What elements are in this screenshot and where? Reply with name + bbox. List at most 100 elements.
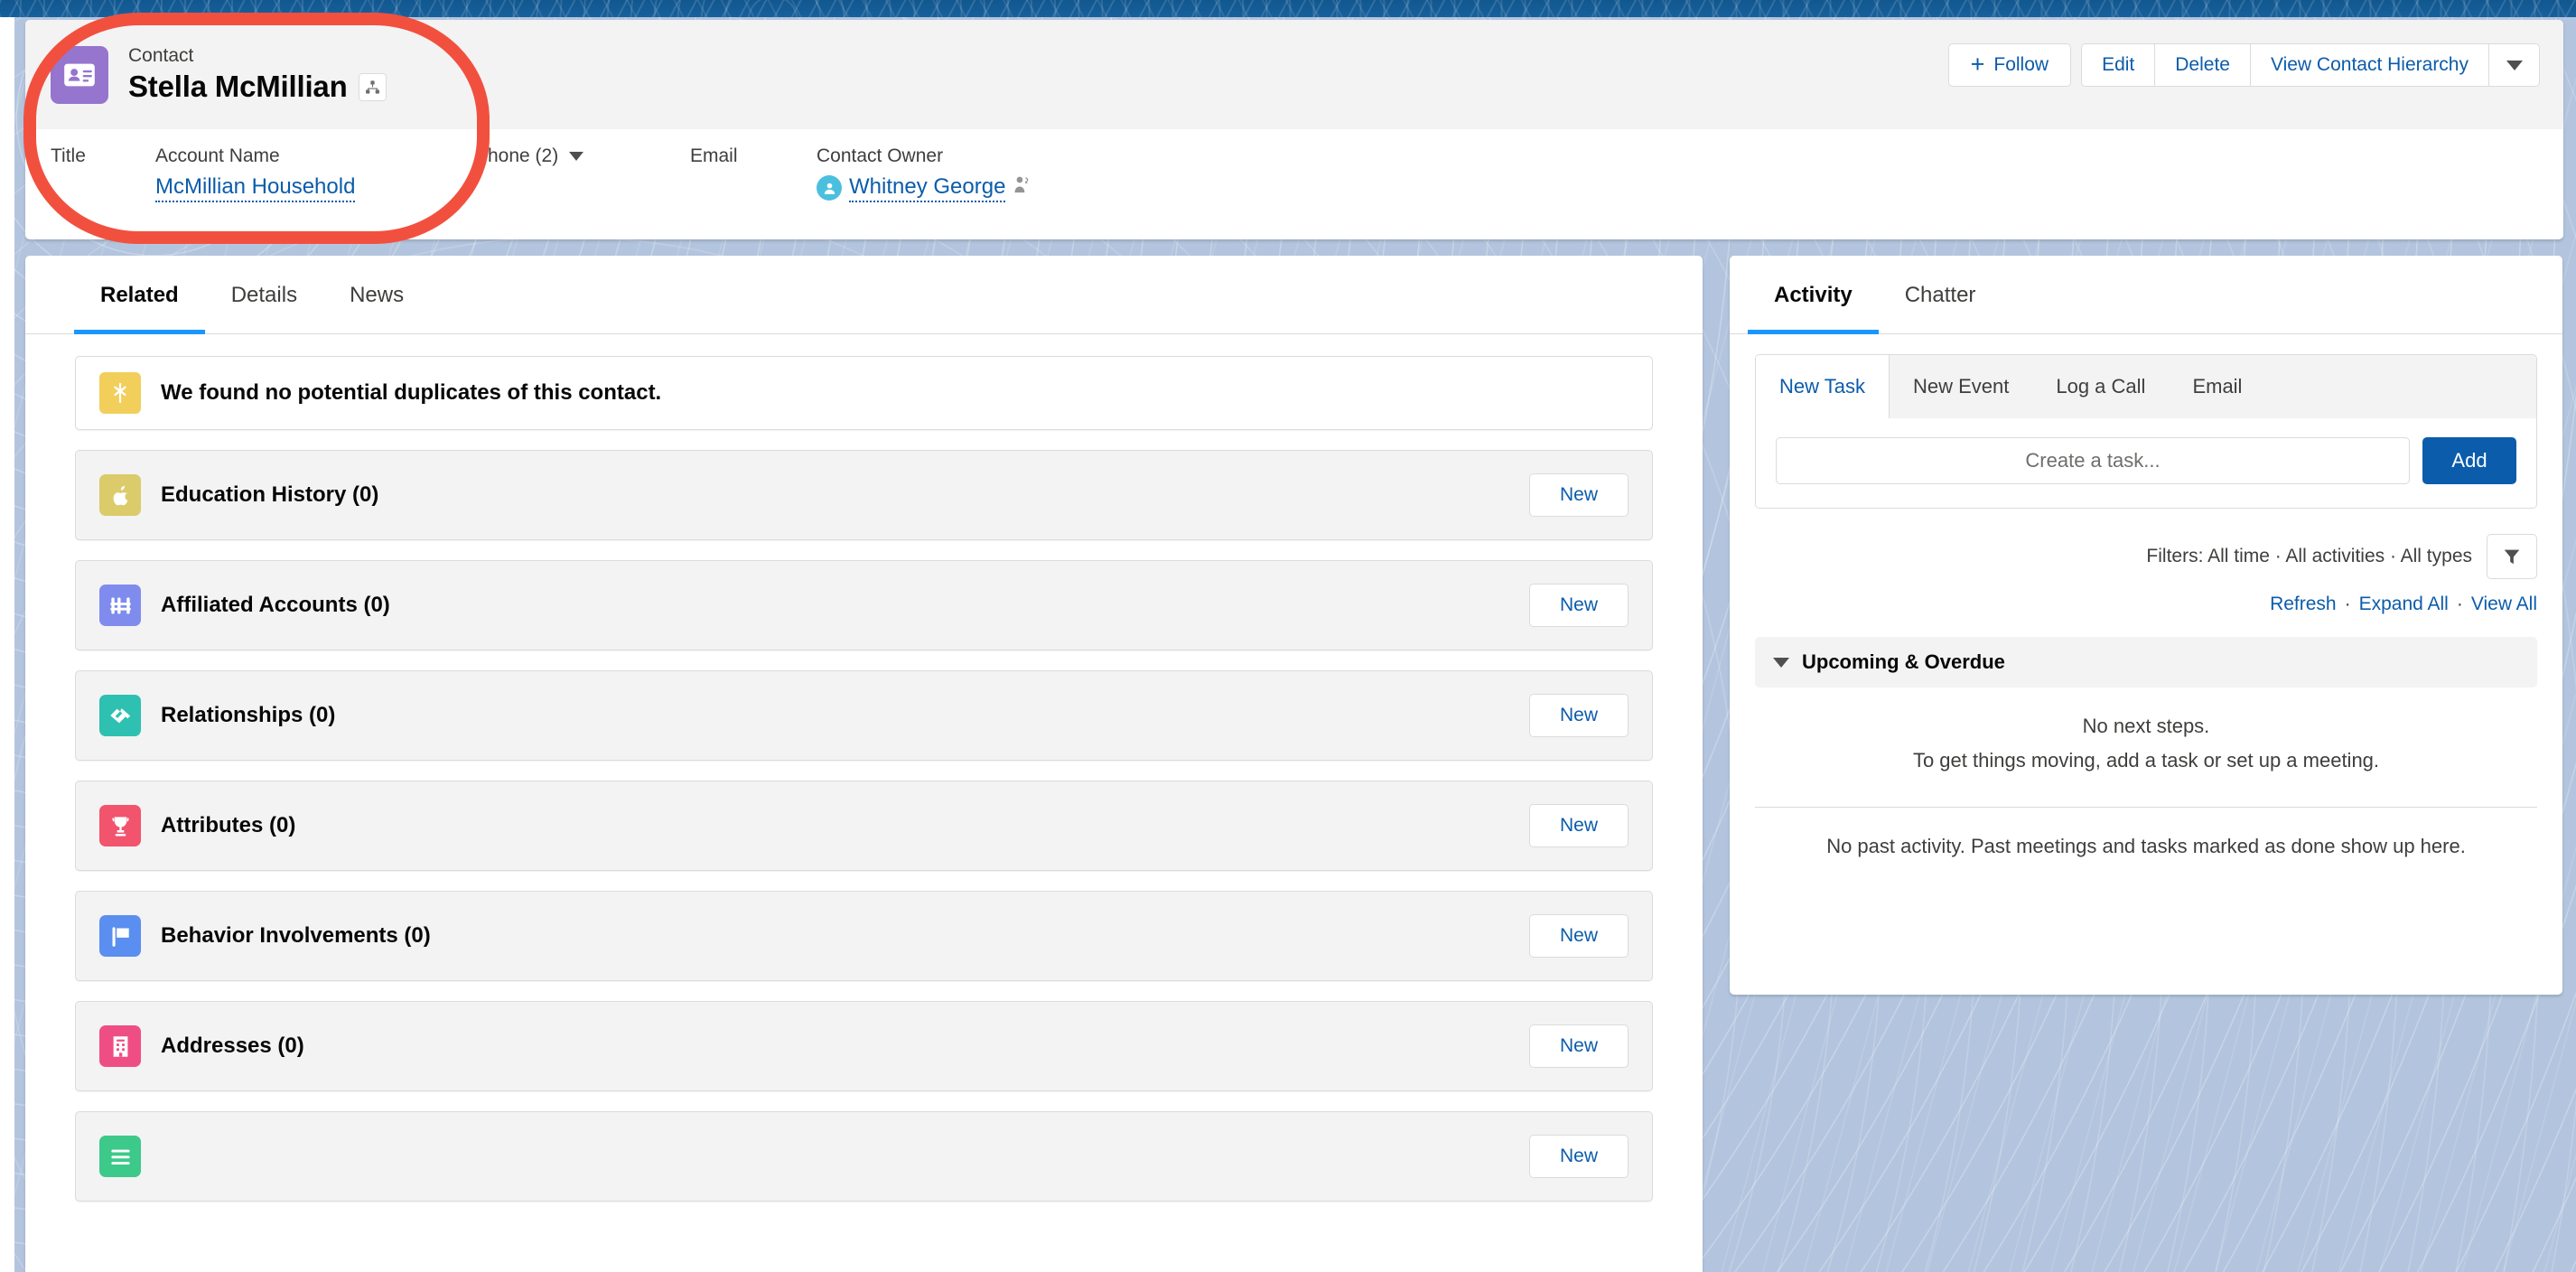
field-account-name-label: Account Name [155, 145, 280, 166]
record-fields-row: Title Account Name McMillian Household P… [25, 129, 2563, 239]
delete-button[interactable]: Delete [2155, 43, 2251, 87]
activity-composer: New Task New Event Log a Call Email Add [1755, 354, 2537, 509]
activity-tabset: Activity Chatter [1730, 256, 2562, 334]
follow-button[interactable]: + Follow [1947, 43, 2072, 87]
filter-funnel-icon[interactable] [2487, 534, 2537, 579]
related-lists-column: Related Details News We found no potenti… [25, 256, 1703, 1272]
view-contact-hierarchy-button[interactable]: View Contact Hierarchy [2250, 43, 2489, 87]
refresh-link[interactable]: Refresh [2270, 594, 2337, 615]
plus-icon: + [1970, 50, 1985, 78]
handshake-icon [99, 695, 141, 736]
add-task-button[interactable]: Add [2422, 437, 2516, 484]
tab-chatter[interactable]: Chatter [1879, 256, 2002, 334]
apple-icon [99, 474, 141, 516]
related-list-affiliated-accounts[interactable]: Affiliated Accounts (0) New [75, 560, 1653, 650]
related-list-relationships[interactable]: Relationships (0) New [75, 670, 1653, 761]
new-button[interactable]: New [1529, 694, 1629, 737]
view-all-link[interactable]: View All [2471, 594, 2537, 615]
edit-button[interactable]: Edit [2081, 43, 2156, 87]
record-highlights-panel: Contact Stella McMillian + Follow Edit D… [25, 20, 2563, 239]
activity-filters-row: Filters: All time · All activities · All… [1730, 509, 2562, 579]
new-button[interactable]: New [1529, 804, 1629, 847]
activity-links-row: Refresh · Expand All · View All [1730, 579, 2562, 615]
field-title-label: Title [51, 145, 86, 166]
affiliation-icon [99, 585, 141, 626]
record-title-block: Contact Stella McMillian [128, 44, 387, 105]
contact-owner-link[interactable]: Whitney George [849, 173, 1006, 202]
upcoming-overdue-section-header[interactable]: Upcoming & Overdue [1755, 637, 2537, 687]
related-list-title: Attributes (0) [161, 813, 296, 837]
hierarchy-icon[interactable] [358, 72, 387, 101]
chevron-down-icon [2506, 60, 2523, 70]
new-button[interactable]: New [1529, 1135, 1629, 1178]
field-account-name: Account Name McMillian Household [155, 144, 475, 239]
expand-all-link[interactable]: Expand All [2359, 594, 2449, 615]
new-button[interactable]: New [1529, 584, 1629, 627]
record-action-group: Edit Delete View Contact Hierarchy [2081, 43, 2540, 87]
field-email-label: Email [690, 145, 738, 166]
trophy-icon [99, 805, 141, 846]
duplicate-merge-icon [99, 372, 141, 414]
composer-tabset: New Task New Event Log a Call Email [1756, 355, 2536, 418]
entity-label: Contact [128, 45, 194, 66]
tab-details[interactable]: Details [205, 256, 323, 334]
activity-body: New Task New Event Log a Call Email Add … [1730, 354, 2562, 858]
app-screen: Contact Stella McMillian + Follow Edit D… [0, 0, 2576, 1272]
change-owner-icon[interactable] [1013, 174, 1031, 202]
user-avatar-icon [817, 175, 842, 201]
top-banner-strip [0, 0, 2576, 17]
left-gutter [0, 17, 14, 1272]
related-list-behavior-involvements[interactable]: Behavior Involvements (0) New [75, 891, 1653, 981]
contact-icon [51, 45, 108, 104]
tab-news[interactable]: News [323, 256, 430, 334]
field-email: Email [690, 144, 817, 239]
related-lists-body: We found no potential duplicates of this… [25, 334, 1703, 1202]
field-title: Title [51, 144, 155, 239]
follow-button-label: Follow [1993, 54, 2049, 75]
field-contact-owner-label: Contact Owner [817, 145, 944, 166]
new-button[interactable]: New [1529, 1024, 1629, 1068]
related-list-title: Education History (0) [161, 482, 379, 507]
page-title: Stella McMillian [128, 70, 348, 103]
activity-panel: Activity Chatter New Task New Event Log … [1730, 256, 2562, 995]
upcoming-empty-state: No next steps. To get things moving, add… [1730, 687, 2562, 778]
flag-icon [99, 915, 141, 957]
empty-state-line-2: To get things moving, add a task or set … [1912, 749, 2380, 772]
empty-state-line-1: No next steps. [2082, 715, 2210, 737]
address-building-icon [99, 1025, 141, 1067]
section-title: Upcoming & Overdue [1802, 650, 2005, 673]
related-list-title: Addresses (0) [161, 1034, 304, 1058]
duplicate-check-card: We found no potential duplicates of this… [75, 356, 1653, 430]
account-name-link[interactable]: McMillian Household [155, 173, 356, 202]
related-list-title: Affiliated Accounts (0) [161, 593, 390, 617]
composer-tab-email[interactable]: Email [2169, 355, 2265, 418]
record-action-bar: + Follow Edit Delete View Contact Hierar… [1947, 43, 2540, 87]
composer-tab-new-task[interactable]: New Task [1756, 355, 1890, 418]
duplicate-check-message: We found no potential duplicates of this… [161, 380, 662, 405]
list-icon [99, 1136, 141, 1177]
new-button[interactable]: New [1529, 473, 1629, 517]
composer-tab-new-event[interactable]: New Event [1890, 355, 2032, 418]
field-contact-owner: Contact Owner Whitney George [817, 144, 1031, 239]
link-separator: · [2456, 594, 2463, 614]
past-activity-empty-state: No past activity. Past meetings and task… [1826, 835, 2466, 857]
phone-dropdown[interactable]: Phone (2) [475, 144, 690, 169]
link-separator: · [2344, 594, 2351, 614]
related-list-title: Behavior Involvements (0) [161, 923, 431, 948]
related-list-addresses[interactable]: Addresses (0) New [75, 1001, 1653, 1091]
related-list-title: Relationships (0) [161, 703, 336, 727]
chevron-down-icon [569, 152, 584, 161]
tab-related[interactable]: Related [74, 256, 205, 334]
related-list-education-history[interactable]: Education History (0) New [75, 450, 1653, 540]
composer-form: Add [1756, 418, 2536, 508]
related-list-attributes[interactable]: Attributes (0) New [75, 781, 1653, 871]
record-tabset: Related Details News [25, 256, 1703, 334]
new-button[interactable]: New [1529, 914, 1629, 958]
chevron-down-icon [1773, 657, 1789, 668]
field-phone: Phone (2) [475, 144, 690, 239]
more-actions-button[interactable] [2489, 43, 2540, 87]
composer-tab-log-a-call[interactable]: Log a Call [2032, 355, 2169, 418]
tab-activity[interactable]: Activity [1748, 256, 1879, 334]
related-list-item[interactable]: New [75, 1111, 1653, 1202]
task-input[interactable] [1776, 437, 2410, 484]
